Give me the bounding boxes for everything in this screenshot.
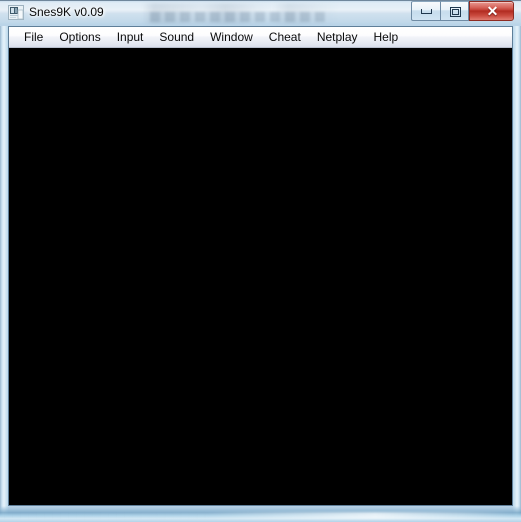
menu-sound[interactable]: Sound <box>151 28 202 47</box>
window-frame-bottom-edge[interactable] <box>0 506 521 522</box>
window-frame-right-edge[interactable] <box>513 26 521 516</box>
window-title: Snes9K v0.09 <box>29 5 104 19</box>
close-icon: ✕ <box>486 3 499 19</box>
window-frame-bottom-gloss <box>0 512 521 519</box>
menu-window[interactable]: Window <box>202 28 261 47</box>
emulator-display-surface[interactable] <box>9 48 512 505</box>
window-frame-left-edge[interactable] <box>0 26 8 516</box>
menu-help[interactable]: Help <box>366 28 407 47</box>
menu-bar: File Options Input Sound Window Cheat Ne… <box>9 27 512 48</box>
maximize-restore-button[interactable] <box>440 1 469 21</box>
maximize-icon-inner <box>452 9 459 15</box>
app-window-icon <box>8 5 24 20</box>
menu-options[interactable]: Options <box>51 28 108 47</box>
title-bar[interactable]: Snes9K v0.09 ✕ <box>0 0 521 26</box>
application-window: Snes9K v0.09 ✕ File Options Input Sound … <box>0 0 521 522</box>
menu-cheat[interactable]: Cheat <box>261 28 309 47</box>
minimize-button[interactable] <box>411 1 440 21</box>
menu-netplay[interactable]: Netplay <box>309 28 366 47</box>
minimize-icon <box>421 9 432 14</box>
window-controls: ✕ <box>411 1 514 22</box>
menu-file[interactable]: File <box>16 28 51 47</box>
window-client-area: File Options Input Sound Window Cheat Ne… <box>8 26 513 506</box>
menu-input[interactable]: Input <box>109 28 152 47</box>
close-button[interactable]: ✕ <box>469 1 514 21</box>
